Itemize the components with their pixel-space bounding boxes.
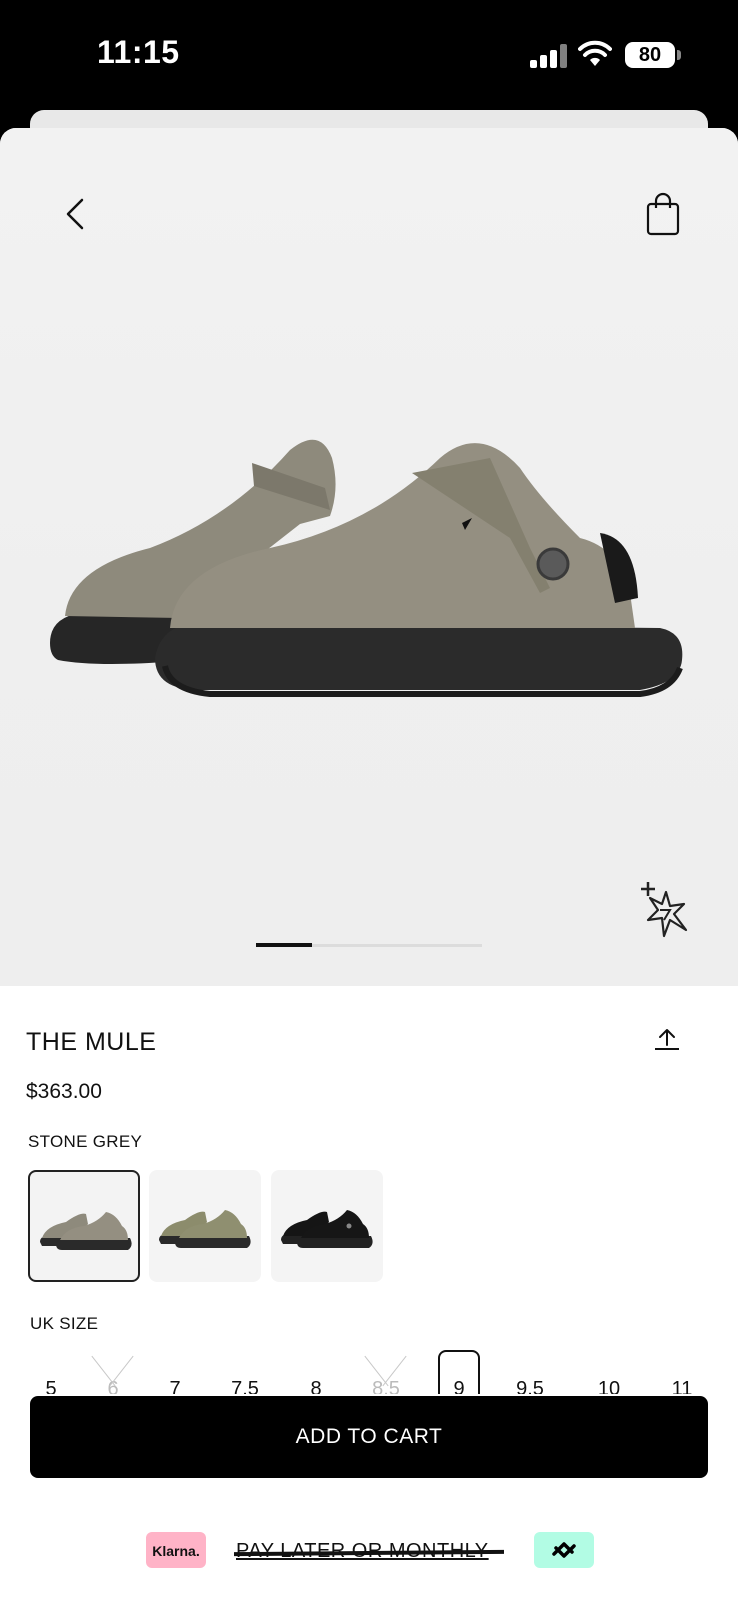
chevron-left-icon xyxy=(66,198,84,230)
product-sheet: THE MULE $363.00 STONE GREY UK SIZE 5 6 … xyxy=(0,128,738,1600)
size-option[interactable]: 5 xyxy=(19,1350,83,1394)
swatch-image xyxy=(159,1210,251,1248)
sparkle-button[interactable] xyxy=(640,880,692,940)
size-option-sold-out[interactable]: 8.5 xyxy=(354,1350,418,1394)
shopping-bag-icon xyxy=(646,192,680,236)
wifi-icon xyxy=(578,40,612,66)
swatch-image xyxy=(281,1210,373,1248)
battery-tip xyxy=(677,50,681,60)
color-swatch-stone-grey[interactable] xyxy=(28,1170,140,1282)
share-button[interactable] xyxy=(652,1023,682,1055)
shopping-bag-button[interactable] xyxy=(643,190,683,238)
battery-indicator: 80 xyxy=(625,42,675,68)
product-title: THE MULE xyxy=(26,1028,157,1056)
color-swatch-black[interactable] xyxy=(271,1170,383,1282)
selected-color-name: STONE GREY xyxy=(28,1132,143,1151)
cellular-signal-icon xyxy=(530,44,567,68)
size-option-selected[interactable]: 9 xyxy=(438,1350,480,1394)
product-price: $363.00 xyxy=(26,1080,102,1103)
size-option[interactable]: 7 xyxy=(143,1350,207,1394)
product-image xyxy=(50,439,683,697)
product-image-gallery[interactable] xyxy=(0,128,738,986)
afterpay-badge[interactable] xyxy=(534,1532,594,1568)
size-option[interactable]: 7.5 xyxy=(213,1350,277,1394)
size-option[interactable]: 9.5 xyxy=(498,1350,562,1394)
klarna-badge[interactable]: Klarna. xyxy=(146,1532,206,1568)
afterpay-logo-icon xyxy=(552,1542,576,1558)
sparkle-icon xyxy=(641,882,688,938)
status-bar: 11:15 80 xyxy=(0,0,738,110)
back-button[interactable] xyxy=(58,190,94,238)
swatch-image xyxy=(40,1212,132,1250)
size-label: UK SIZE xyxy=(30,1314,99,1333)
image-pager-active xyxy=(256,943,312,947)
image-pager xyxy=(256,943,482,947)
size-option-sold-out[interactable]: 6 xyxy=(81,1350,145,1394)
add-to-cart-button[interactable]: ADD TO CART xyxy=(30,1396,708,1478)
size-option[interactable]: 8 xyxy=(284,1350,348,1394)
color-swatch-olive[interactable] xyxy=(149,1170,261,1282)
share-upload-icon xyxy=(655,1029,679,1050)
status-time: 11:15 xyxy=(97,34,180,70)
size-option[interactable]: 10 xyxy=(577,1350,641,1394)
size-option[interactable]: 11 xyxy=(650,1350,714,1394)
size-selector: 5 6 7 7.5 8 8.5 9 9.5 10 11 xyxy=(0,1350,738,1394)
